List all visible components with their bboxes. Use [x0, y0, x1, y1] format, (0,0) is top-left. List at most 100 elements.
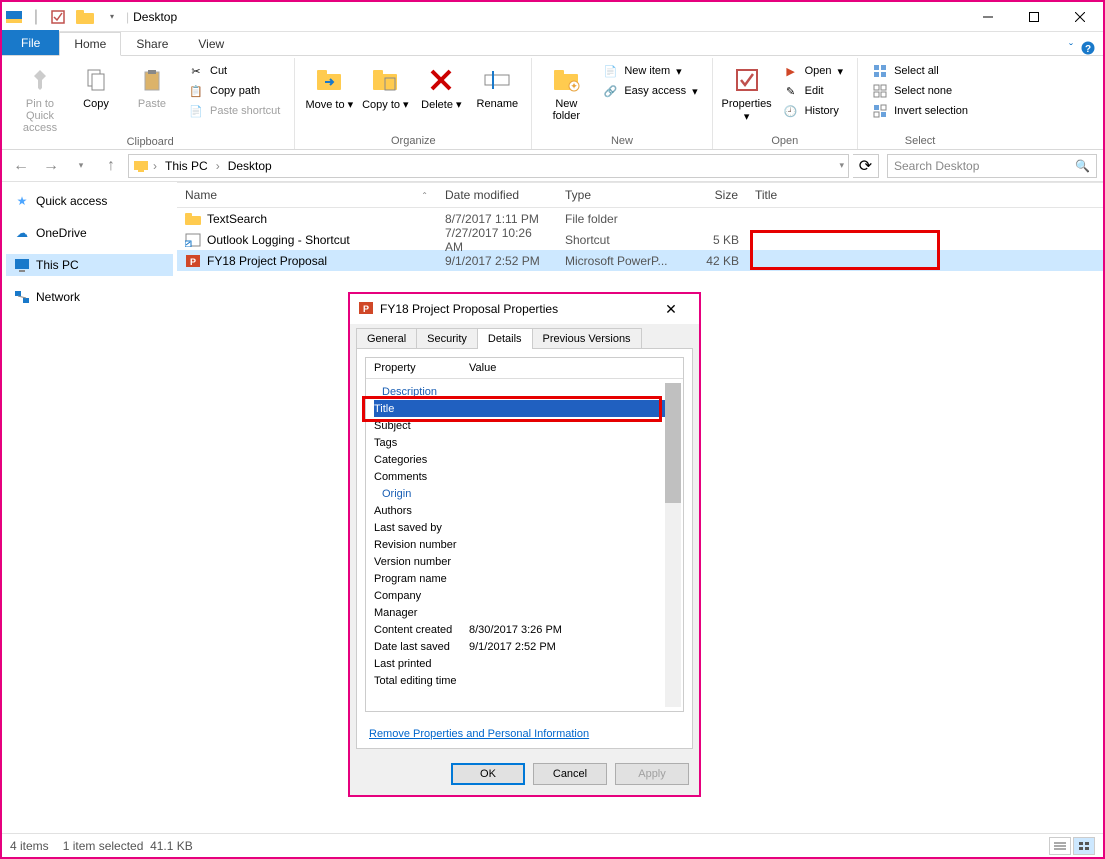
tab-view[interactable]: View — [183, 32, 239, 55]
tab-home[interactable]: Home — [59, 32, 121, 56]
properties-icon — [731, 64, 763, 96]
prop-comments[interactable]: Comments — [374, 468, 681, 485]
easy-access-button[interactable]: 🔗Easy access ▾ — [598, 82, 701, 100]
prop-subject[interactable]: Subject — [374, 417, 681, 434]
group-clipboard-label: Clipboard — [127, 134, 174, 150]
prop-last-saved-by[interactable]: Last saved by — [374, 519, 681, 536]
move-to-button[interactable]: Move to ▾ — [305, 60, 353, 111]
copy-button[interactable]: Copy — [72, 60, 120, 110]
open-button[interactable]: ▶Open ▾ — [779, 62, 847, 80]
tab-share[interactable]: Share — [121, 32, 183, 55]
qa-properties-icon[interactable] — [50, 9, 66, 25]
history-button[interactable]: 🕘History — [779, 102, 847, 120]
edit-button[interactable]: ✎Edit — [779, 82, 847, 100]
prop-revision[interactable]: Revision number — [374, 536, 681, 553]
prop-program[interactable]: Program name — [374, 570, 681, 587]
file-row[interactable]: Outlook Logging - Shortcut 7/27/2017 10:… — [177, 229, 1103, 250]
delete-button[interactable]: Delete ▾ — [417, 60, 465, 111]
prop-company[interactable]: Company — [374, 587, 681, 604]
dialog-tab-previous[interactable]: Previous Versions — [532, 328, 642, 349]
select-none-button[interactable]: Select none — [868, 82, 972, 100]
paste-button[interactable]: Paste — [128, 60, 176, 110]
qa-dropdown[interactable]: ▾ — [104, 9, 120, 25]
sidebar-quick-access[interactable]: ★Quick access — [6, 190, 173, 212]
section-origin: Origin — [374, 488, 469, 500]
move-to-icon — [313, 64, 345, 96]
nav-back-button[interactable]: ← — [8, 154, 34, 178]
view-details-button[interactable] — [1049, 837, 1071, 855]
prop-categories[interactable]: Categories — [374, 451, 681, 468]
cancel-button[interactable]: Cancel — [533, 763, 607, 785]
sidebar-onedrive[interactable]: ☁OneDrive — [6, 222, 173, 244]
cut-icon: ✂ — [188, 63, 204, 79]
prop-tags[interactable]: Tags — [374, 434, 681, 451]
breadcrumb-root[interactable]: This PC — [161, 159, 212, 173]
edit-icon: ✎ — [783, 83, 799, 99]
copy-path-button[interactable]: 📋Copy path — [184, 82, 284, 100]
cloud-icon: ☁ — [14, 225, 30, 241]
select-none-icon — [872, 83, 888, 99]
invert-selection-button[interactable]: Invert selection — [868, 102, 972, 120]
file-row[interactable]: TextSearch 8/7/2017 1:11 PM File folder — [177, 208, 1103, 229]
search-input[interactable]: Search Desktop 🔍 — [887, 154, 1097, 178]
sidebar-this-pc[interactable]: This PC — [6, 254, 173, 276]
prop-manager[interactable]: Manager — [374, 604, 681, 621]
rename-button[interactable]: Rename — [473, 60, 521, 110]
select-all-icon — [872, 63, 888, 79]
invert-icon — [872, 103, 888, 119]
view-large-button[interactable] — [1073, 837, 1095, 855]
network-icon — [14, 289, 30, 305]
dialog-tab-details[interactable]: Details — [477, 328, 533, 349]
select-all-button[interactable]: Select all — [868, 62, 972, 80]
prop-authors[interactable]: Authors — [374, 502, 681, 519]
sidebar-network[interactable]: Network — [6, 286, 173, 308]
nav-recent-dropdown[interactable]: ▾ — [68, 154, 94, 178]
apply-button[interactable]: Apply — [615, 763, 689, 785]
prop-title[interactable]: Title — [374, 400, 681, 417]
tab-file[interactable]: File — [2, 30, 59, 55]
minimize-button[interactable] — [965, 2, 1011, 32]
prop-version[interactable]: Version number — [374, 553, 681, 570]
status-selected-count: 1 item selected 41.1 KB — [63, 839, 193, 853]
dialog-tab-general[interactable]: General — [356, 328, 417, 349]
new-item-icon: 📄 — [602, 63, 618, 79]
copy-to-button[interactable]: Copy to ▾ — [361, 60, 409, 111]
remove-properties-link[interactable]: Remove Properties and Personal Informati… — [357, 720, 692, 748]
new-item-button[interactable]: 📄New item ▾ — [598, 62, 701, 80]
maximize-button[interactable] — [1011, 2, 1057, 32]
ribbon-collapse-icon[interactable]: ˇ — [1069, 41, 1073, 55]
ok-button[interactable]: OK — [451, 763, 525, 785]
dialog-close-button[interactable]: ✕ — [651, 301, 691, 318]
file-row[interactable]: PFY18 Project Proposal 9/1/2017 2:52 PM … — [177, 250, 1103, 271]
copy-path-icon: 📋 — [188, 83, 204, 99]
powerpoint-icon: P — [185, 254, 201, 268]
scrollbar[interactable] — [665, 383, 681, 707]
rename-icon — [481, 64, 513, 96]
new-folder-button[interactable]: ✦New folder — [542, 60, 590, 122]
dialog-tab-security[interactable]: Security — [416, 328, 478, 349]
star-icon: ★ — [14, 193, 30, 209]
prop-last-printed[interactable]: Last printed — [374, 655, 681, 672]
pin-to-quick-access-button[interactable]: Pin to Quick access — [16, 60, 64, 134]
easy-access-icon: 🔗 — [602, 83, 618, 99]
breadcrumb[interactable]: › This PC › Desktop ▾ — [128, 154, 849, 178]
prop-content-created[interactable]: Content created8/30/2017 3:26 PM — [374, 621, 681, 638]
prop-date-last-saved[interactable]: Date last saved9/1/2017 2:52 PM — [374, 638, 681, 655]
close-button[interactable] — [1057, 2, 1103, 32]
help-icon[interactable]: ? — [1081, 41, 1095, 55]
dialog-tabs: General Security Details Previous Versio… — [350, 324, 699, 349]
nav-forward-button[interactable]: → — [38, 154, 64, 178]
group-organize-label: Organize — [391, 133, 436, 149]
cut-button[interactable]: ✂Cut — [184, 62, 284, 80]
breadcrumb-leaf[interactable]: Desktop — [224, 159, 276, 173]
dialog-titlebar: P FY18 Project Proposal Properties ✕ — [350, 294, 699, 324]
properties-button[interactable]: Properties ▾ — [723, 60, 771, 123]
prop-total-editing[interactable]: Total editing time — [374, 672, 681, 689]
paste-shortcut-button[interactable]: 📄Paste shortcut — [184, 102, 284, 120]
property-list[interactable]: Description Title Subject Tags Categorie… — [366, 379, 683, 711]
refresh-button[interactable]: ⟳ — [853, 154, 879, 178]
column-headers[interactable]: Name⌃ Date modified Type Size Title — [177, 182, 1103, 208]
delete-icon — [425, 64, 457, 96]
nav-up-button[interactable]: ↑ — [98, 154, 124, 178]
statusbar: 4 items 1 item selected 41.1 KB — [2, 833, 1103, 857]
